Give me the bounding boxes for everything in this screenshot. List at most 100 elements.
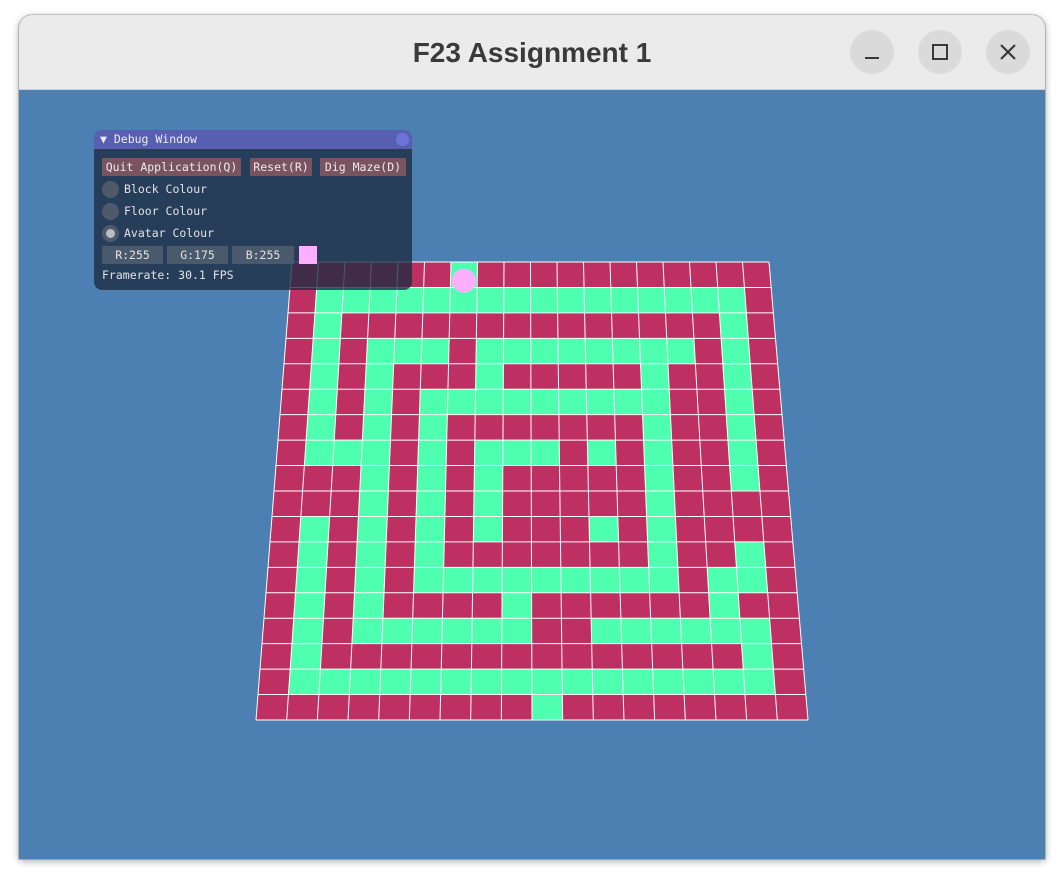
- maze-floor-tile: [680, 617, 712, 644]
- maze-wall-block: [618, 541, 649, 568]
- maze-wall-block: [440, 643, 473, 670]
- maze-floor-tile: [474, 439, 504, 466]
- blue-channel-field[interactable]: B:255: [232, 246, 294, 264]
- maze-floor-tile: [622, 668, 654, 695]
- maze-wall-block: [273, 465, 305, 492]
- quit-application-button[interactable]: Quit Application(Q): [102, 158, 241, 176]
- maze-floor-tile: [736, 567, 768, 594]
- maze-wall-block: [392, 363, 422, 390]
- maze-wall-block: [609, 261, 638, 288]
- maze-wall-block: [385, 516, 417, 543]
- maze-wall-block: [410, 643, 443, 670]
- maze-wall-block: [638, 312, 668, 339]
- maze-floor-tile: [708, 592, 741, 619]
- maze-floor-tile: [645, 490, 676, 517]
- maze-wall-block: [383, 567, 415, 594]
- maze-floor-tile: [530, 439, 560, 466]
- color-preview-swatch[interactable]: [299, 246, 317, 264]
- maze-floor-tile: [293, 592, 326, 619]
- maze-floor-tile: [620, 617, 652, 644]
- maze-floor-tile: [501, 567, 532, 594]
- maze-floor-tile: [362, 414, 392, 441]
- maze-wall-block: [773, 668, 807, 695]
- debug-window-close-icon[interactable]: [396, 133, 409, 146]
- maze-wall-block: [622, 694, 655, 721]
- maze-wall-block: [696, 388, 727, 415]
- maze-floor-tile: [418, 414, 448, 441]
- maze-floor-tile: [473, 516, 503, 543]
- maze-floor-tile: [363, 388, 393, 415]
- debug-window-header[interactable]: ▼ Debug Window: [94, 130, 412, 149]
- maze-wall-block: [668, 388, 699, 415]
- block-colour-radio[interactable]: [102, 181, 119, 198]
- maze-floor-tile: [440, 668, 472, 695]
- maze-wall-block: [619, 592, 651, 619]
- maze-floor-tile: [725, 414, 757, 441]
- maze-wall-block: [281, 363, 312, 390]
- maze-floor-tile: [291, 617, 324, 644]
- maze-floor-tile: [471, 617, 503, 644]
- maze-floor-tile: [360, 439, 391, 466]
- maze-wall-block: [670, 414, 701, 441]
- maze-floor-tile: [413, 567, 444, 594]
- maze-wall-block: [558, 439, 589, 466]
- maze-wall-block: [769, 617, 802, 644]
- maze-wall-block: [423, 261, 452, 288]
- maze-floor-tile: [610, 287, 639, 314]
- maze-wall-block: [261, 617, 295, 644]
- maze-floor-tile: [501, 592, 532, 619]
- maze-floor-tile: [476, 287, 505, 314]
- maze-wall-block: [471, 643, 503, 670]
- maze-floor-tile: [307, 388, 338, 415]
- avatar-colour-radio[interactable]: [102, 225, 119, 242]
- maze-wall-block: [557, 312, 586, 339]
- maze-floor-tile: [722, 363, 753, 390]
- debug-window[interactable]: ▼ Debug Window Quit Application(Q) Reset…: [94, 130, 412, 290]
- framerate-label: Framerate: 30.1 FPS: [102, 268, 234, 282]
- maze-floor-tile: [304, 439, 335, 466]
- maze-floor-tile: [365, 338, 396, 365]
- dig-maze-button[interactable]: Dig Maze(D): [320, 158, 406, 176]
- maze-floor-tile: [560, 567, 591, 594]
- maze-wall-block: [386, 490, 418, 517]
- maze-wall-block: [702, 490, 734, 517]
- red-channel-field[interactable]: R:255: [102, 246, 163, 264]
- maze-wall-block: [333, 414, 364, 441]
- maze-wall-block: [705, 541, 737, 568]
- maze-floor-tile: [587, 439, 617, 466]
- maze-wall-block: [391, 388, 421, 415]
- maze-floor-tile: [590, 617, 622, 644]
- maze-floor-tile: [295, 567, 327, 594]
- green-channel-field[interactable]: G:175: [167, 246, 228, 264]
- maze-wall-block: [394, 312, 424, 339]
- maze-wall-block: [700, 465, 732, 492]
- maze-wall-block: [503, 261, 531, 288]
- maze-wall-block: [692, 312, 722, 339]
- maze-wall-block: [611, 312, 640, 339]
- maze-floor-tile: [739, 617, 772, 644]
- maze-wall-block: [649, 592, 681, 619]
- maze-wall-block: [759, 490, 791, 517]
- maze-wall-block: [530, 261, 558, 288]
- maze-floor-tile: [416, 465, 447, 492]
- maze-wall-block: [562, 694, 594, 721]
- maze-wall-block: [384, 541, 416, 568]
- maze-floor-tile: [420, 338, 450, 365]
- maze-floor-tile: [470, 668, 502, 695]
- maze-wall-block: [560, 592, 592, 619]
- maze-floor-tile: [644, 465, 675, 492]
- maze-floor-tile: [379, 668, 412, 695]
- reset-button[interactable]: Reset(R): [250, 158, 312, 176]
- maze-floor-tile: [341, 287, 371, 314]
- maze-floor-tile: [368, 287, 398, 314]
- maze-floor-tile: [298, 516, 330, 543]
- maze-wall-block: [751, 388, 783, 415]
- maze-wall-block: [389, 439, 419, 466]
- maze-floor-tile: [318, 668, 351, 695]
- maze-floor-tile: [473, 465, 504, 492]
- floor-colour-radio[interactable]: [102, 203, 119, 220]
- maze-floor-tile: [639, 338, 669, 365]
- maze-floor-tile: [729, 465, 761, 492]
- maze-floor-tile: [734, 541, 767, 568]
- maze-wall-block: [255, 694, 289, 721]
